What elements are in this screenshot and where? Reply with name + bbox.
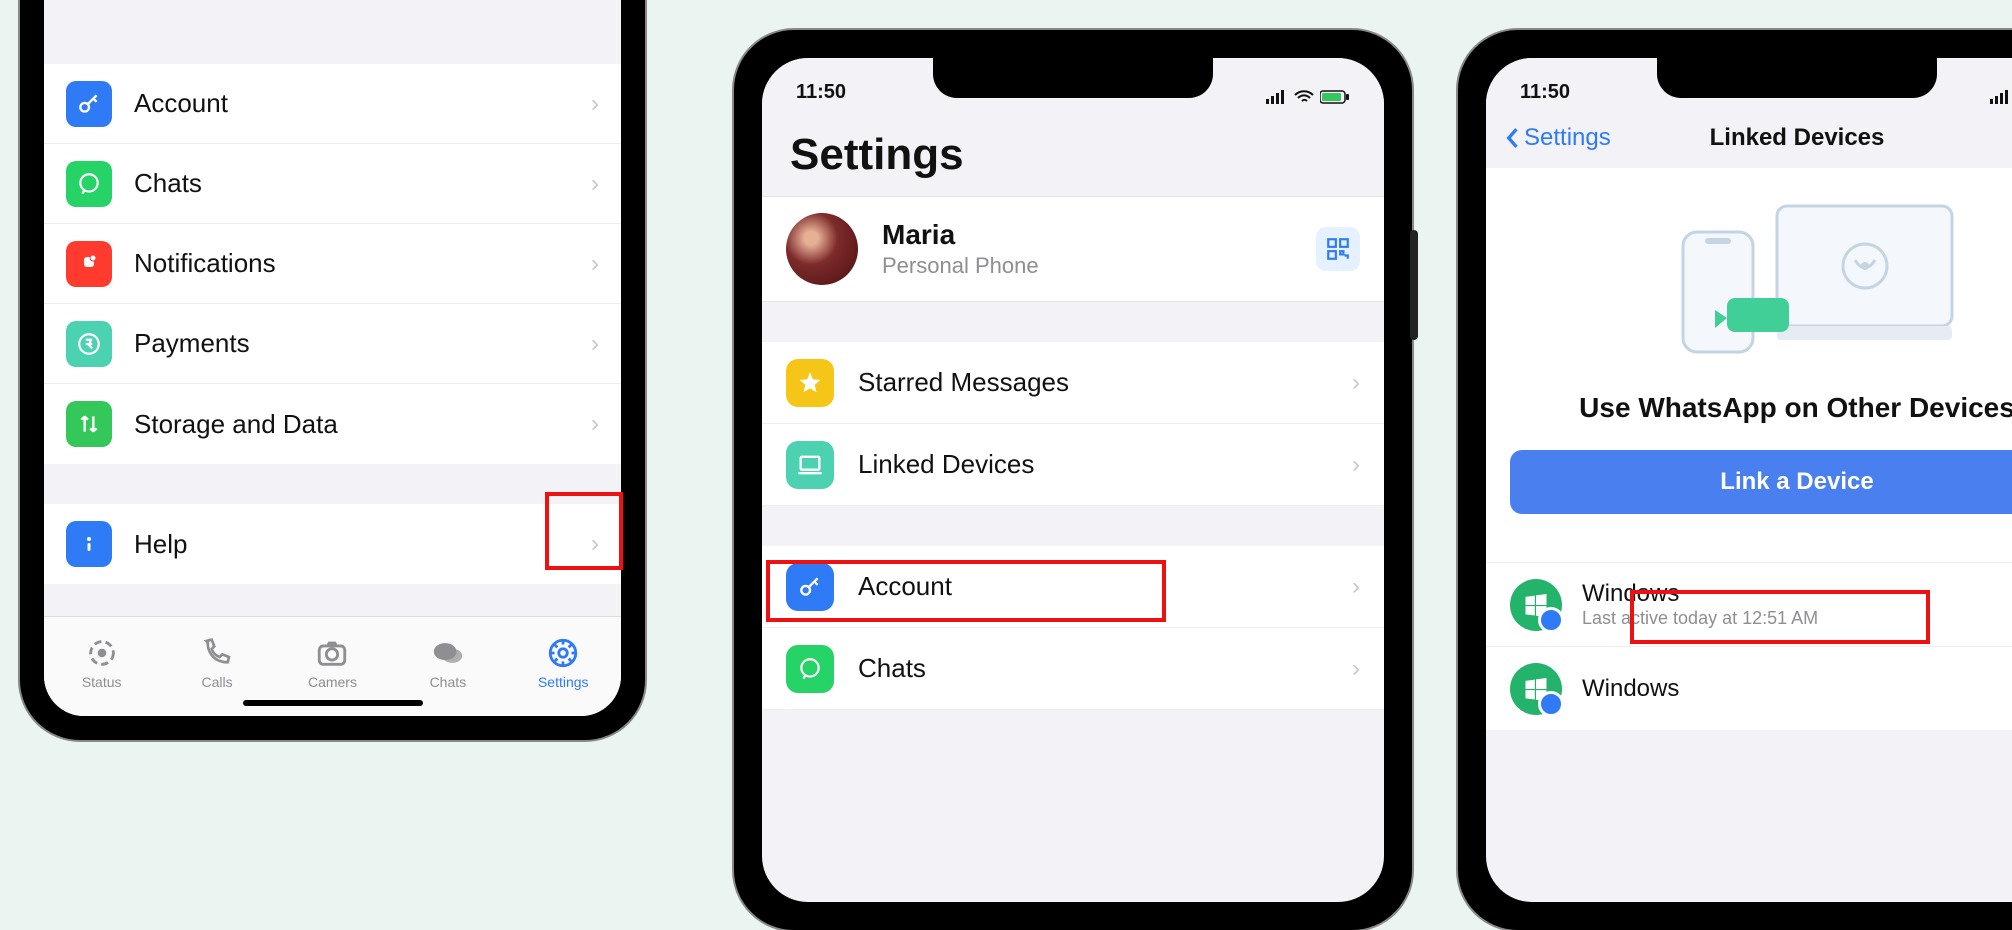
tab-chats-label: Chats	[430, 674, 467, 690]
star-icon	[786, 359, 834, 407]
device-name-0: Windows	[1582, 580, 1818, 608]
row-notifications-label: Notifications	[134, 248, 591, 279]
row-storage-label: Storage and Data	[134, 409, 591, 440]
avatar	[786, 213, 858, 285]
illustration	[1486, 168, 2012, 378]
side-button	[1410, 230, 1418, 340]
screen-2: 11:50 Settings Maria Personal Phone Star…	[762, 58, 1384, 902]
tab-settings[interactable]: Settings	[518, 634, 608, 690]
link-device-label: Link a Device	[1720, 468, 1873, 496]
whatsapp-icon	[786, 645, 834, 693]
settings-group-main: Account › Chats › Notifications ›	[44, 64, 621, 464]
row-payments[interactable]: Payments ›	[44, 304, 621, 384]
arrows-icon	[66, 401, 112, 447]
profile-name: Maria	[882, 219, 1039, 251]
page-title: Settings	[762, 108, 1384, 196]
battery-icon	[1320, 90, 1350, 104]
home-indicator	[243, 700, 423, 706]
back-label: Settings	[1524, 124, 1611, 152]
whatsapp-icon	[66, 161, 112, 207]
row-chats[interactable]: Chats ›	[44, 144, 621, 224]
row-linked-devices[interactable]: Linked Devices ›	[762, 424, 1384, 506]
device-row-0[interactable]: Windows Last active today at 12:51 AM ›	[1486, 562, 2012, 646]
status-icon	[83, 634, 121, 672]
camera-icon	[313, 634, 351, 672]
device-name-1: Windows	[1582, 675, 1679, 703]
rupee-icon	[66, 321, 112, 367]
chevron-right-icon: ›	[1352, 573, 1360, 601]
notch	[1657, 58, 1937, 98]
wifi-icon	[1294, 90, 1314, 104]
chevron-right-icon: ›	[591, 330, 599, 358]
tab-camera[interactable]: Camers	[287, 634, 377, 690]
headline: Use WhatsApp on Other Devices	[1486, 378, 2012, 450]
row-help[interactable]: Help ›	[44, 504, 621, 584]
chevron-right-icon: ›	[591, 90, 599, 118]
chevron-right-icon: ›	[591, 250, 599, 278]
row-linked-label: Linked Devices	[858, 449, 1352, 480]
chevron-right-icon: ›	[591, 410, 599, 438]
status-icons	[1266, 90, 1350, 104]
tab-status[interactable]: Status	[57, 634, 147, 690]
device-sub-0: Last active today at 12:51 AM	[1582, 608, 1818, 629]
bell-icon	[66, 241, 112, 287]
windows-icon	[1510, 663, 1562, 715]
chats-icon	[429, 634, 467, 672]
back-button[interactable]: Settings	[1504, 124, 1611, 152]
phone-frame-3: 11:50 Settings Linked Devices	[1458, 30, 2012, 930]
row-chats-2-label: Chats	[858, 653, 1352, 684]
chevron-right-icon: ›	[1352, 655, 1360, 683]
tab-calls-label: Calls	[202, 674, 233, 690]
row-payments-label: Payments	[134, 328, 591, 359]
row-account[interactable]: Account ›	[44, 64, 621, 144]
status-icons	[1990, 90, 2012, 104]
phone-icon	[198, 634, 236, 672]
key-icon	[66, 81, 112, 127]
status-time: 11:50	[796, 81, 846, 104]
profile-row[interactable]: Maria Personal Phone	[762, 196, 1384, 302]
profile-subtitle: Personal Phone	[882, 253, 1039, 279]
device-row-1[interactable]: Windows ›	[1486, 646, 2012, 730]
gear-icon	[544, 634, 582, 672]
row-account-2[interactable]: Account ›	[762, 546, 1384, 628]
row-chats-2[interactable]: Chats ›	[762, 628, 1384, 710]
status-time: 11:50	[1520, 81, 1570, 104]
phone-frame-2: 11:50 Settings Maria Personal Phone Star…	[734, 30, 1412, 930]
info-icon	[66, 521, 112, 567]
signal-icon	[1990, 90, 2012, 104]
row-account-label: Account	[134, 88, 591, 119]
chevron-right-icon: ›	[591, 530, 599, 558]
qr-code-button[interactable]	[1316, 227, 1360, 271]
row-starred-label: Starred Messages	[858, 367, 1352, 398]
tab-settings-label: Settings	[538, 674, 589, 690]
row-account-2-label: Account	[858, 571, 1352, 602]
laptop-icon	[786, 441, 834, 489]
link-device-button[interactable]: Link a Device	[1510, 450, 2012, 514]
tab-status-label: Status	[82, 674, 122, 690]
screen-3: 11:50 Settings Linked Devices	[1486, 58, 2012, 902]
row-notifications[interactable]: Notifications ›	[44, 224, 621, 304]
chevron-right-icon: ›	[1352, 451, 1360, 479]
tab-camera-label: Camers	[308, 674, 357, 690]
nav-bar: Settings Linked Devices	[1486, 108, 2012, 168]
tab-chats[interactable]: Chats	[403, 634, 493, 690]
row-starred[interactable]: Starred Messages ›	[762, 342, 1384, 424]
tab-calls[interactable]: Calls	[172, 634, 262, 690]
chevron-right-icon: ›	[1352, 369, 1360, 397]
windows-icon	[1510, 579, 1562, 631]
phone-frame-1: Account › Chats › Notifications ›	[20, 0, 645, 740]
row-storage[interactable]: Storage and Data ›	[44, 384, 621, 464]
key-icon	[786, 563, 834, 611]
notch	[933, 58, 1213, 98]
row-chats-label: Chats	[134, 168, 591, 199]
signal-icon	[1266, 90, 1288, 104]
chevron-left-icon	[1504, 127, 1520, 149]
screen-1: Account › Chats › Notifications ›	[44, 0, 621, 716]
chevron-right-icon: ›	[591, 170, 599, 198]
row-help-label: Help	[134, 529, 591, 560]
